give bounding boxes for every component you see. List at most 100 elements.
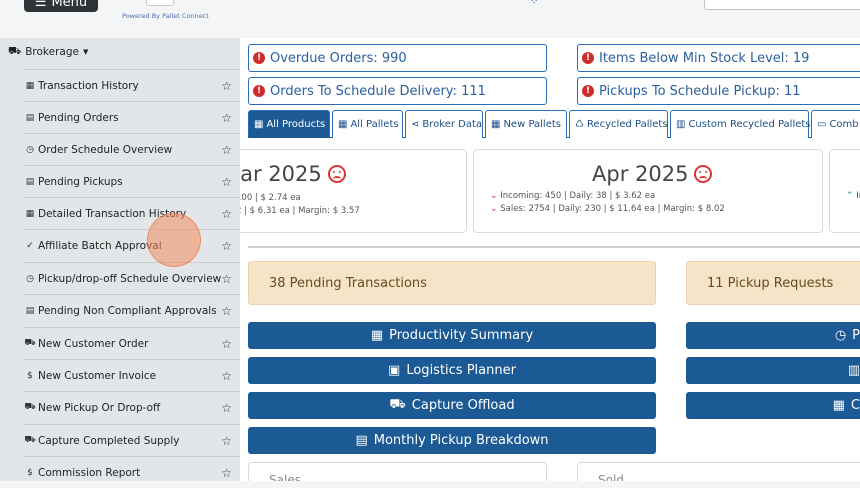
- month-card-apr: Apr 2025 ⌄ Incoming: 450 | Daily: 38 | $…: [473, 149, 823, 233]
- right-action-button-2[interactable]: ▥: [686, 357, 860, 384]
- sidebar-item-pickup-dropoff-schedule-overview[interactable]: ◷ Pickup/drop-off Schedule Overview ☆: [24, 262, 240, 294]
- tab-all-pallets[interactable]: ▦ All Pallets: [332, 110, 403, 138]
- sidebar-section-brokerage[interactable]: ⛟ Brokerage ▼: [8, 45, 88, 59]
- caret-down-icon: ▼: [82, 48, 89, 56]
- clock-icon: ◷: [834, 328, 847, 343]
- tab-all-products[interactable]: ▦ All Products: [248, 110, 330, 138]
- exclamation-circle-icon: !: [253, 52, 265, 64]
- sidebar-item-pending-orders[interactable]: ▤ Pending Orders ☆: [24, 101, 240, 133]
- pallet-icon: ▦: [254, 119, 264, 130]
- sidebar-item-detailed-transaction-history[interactable]: ▦ Detailed Transaction History ☆: [24, 197, 240, 229]
- tab-comb[interactable]: ▭ Comb: [811, 110, 860, 138]
- top-link-icon[interactable]: ⁘: [530, 0, 544, 7]
- month-title-text: Mar 2025: [240, 162, 322, 186]
- exclamation-circle-icon: !: [582, 85, 594, 97]
- menu-button[interactable]: ☰ Menu: [24, 0, 98, 12]
- star-icon[interactable]: ☆: [221, 175, 232, 189]
- month-incoming-line: ⌄ Incoming: 450 | Daily: 38 | $ 3.62 ea: [490, 191, 655, 201]
- tab-broker-data[interactable]: ⋖ Broker Data: [405, 110, 483, 138]
- dollar-icon: $: [27, 370, 33, 381]
- month-sales-line: ⌄ Sales: 2754 | Daily: 230 | $ 11.64 ea …: [490, 204, 725, 214]
- star-icon[interactable]: ☆: [221, 434, 232, 448]
- tab-custom-recycled-pallets[interactable]: ▥ Custom Recycled Pallets: [670, 110, 811, 138]
- sidebar-item-new-customer-order[interactable]: ⛟ New Customer Order ☆: [24, 327, 240, 359]
- button-label: Logistics Planner: [406, 363, 516, 378]
- bar-chart-icon: ▤: [355, 433, 368, 448]
- chevron-up-icon: ⌃: [846, 191, 854, 201]
- sad-face-icon: [694, 165, 713, 183]
- alert-text: Pickups To Schedule Pickup: 11: [599, 83, 801, 99]
- sidebar-item-affiliate-batch-approval[interactable]: ✓ Affiliate Batch Approval ☆: [24, 229, 240, 261]
- recycle-icon: ♺: [575, 119, 584, 130]
- star-icon[interactable]: ☆: [221, 272, 232, 286]
- tab-recycled-pallets[interactable]: ♺ Recycled Pallets: [569, 110, 668, 138]
- tab-label: New Pallets: [503, 119, 561, 130]
- dolly-icon: ⛟: [24, 435, 36, 445]
- sidebar-item-label: New Customer Order: [38, 337, 149, 350]
- pickup-requests-panel[interactable]: 11 Pickup Requests: [686, 261, 860, 305]
- alert-orders-to-schedule[interactable]: ! Orders To Schedule Delivery: 111: [248, 77, 547, 105]
- month-incoming-line: 100 | $ 2.74 ea: [240, 193, 301, 203]
- sidebar-item-label: Transaction History: [38, 79, 139, 92]
- pending-transactions-panel[interactable]: 38 Pending Transactions: [248, 261, 656, 305]
- star-icon[interactable]: ☆: [221, 401, 232, 415]
- star-icon[interactable]: ☆: [221, 304, 232, 318]
- chevron-down-icon: ⌄: [490, 204, 498, 214]
- tab-new-pallets[interactable]: ▦ New Pallets: [485, 110, 567, 138]
- tab-label: Custom Recycled Pallets: [688, 119, 811, 130]
- tab-label: Recycled Pallets: [586, 119, 668, 130]
- tab-label: All Products: [266, 119, 326, 130]
- sidebar-item-new-pickup-or-drop-off[interactable]: ⛟ New Pickup Or Drop-off ☆: [24, 391, 240, 423]
- top-search-input[interactable]: [704, 0, 860, 10]
- star-icon[interactable]: ☆: [221, 207, 232, 221]
- alert-text: Items Below Min Stock Level: 19: [599, 50, 810, 66]
- productivity-summary-button[interactable]: ▦ Productivity Summary: [248, 322, 656, 349]
- sidebar-item-pending-non-compliant-approvals[interactable]: ▤ Pending Non Compliant Approvals ☆: [24, 294, 240, 326]
- right-action-button-1[interactable]: ◷ P: [686, 322, 860, 349]
- sidebar-item-commission-report[interactable]: $ Commission Report ☆: [24, 456, 240, 488]
- right-action-button-3[interactable]: ▦ C: [686, 392, 860, 419]
- monthly-pickup-breakdown-button[interactable]: ▤ Monthly Pickup Breakdown: [248, 427, 656, 454]
- alert-overdue-orders[interactable]: ! Overdue Orders: 990: [248, 44, 547, 72]
- tab-label: Broker Data: [422, 119, 483, 130]
- month-sales-line: 2 | $ 6.31 ea | Margin: $ 3.57: [240, 206, 360, 216]
- sidebar-item-capture-completed-supply[interactable]: ⛟ Capture Completed Supply ☆: [24, 424, 240, 456]
- star-icon[interactable]: ☆: [221, 111, 232, 125]
- alert-items-below-min[interactable]: ! Items Below Min Stock Level: 19: [577, 44, 860, 72]
- star-icon[interactable]: ☆: [221, 143, 232, 157]
- sidebar-item-label: Pending Orders: [38, 111, 119, 124]
- check-icon: ✓: [26, 240, 34, 251]
- capture-offload-button[interactable]: ⛟ Capture Offload: [248, 392, 656, 419]
- month-title-text: Apr 2025: [592, 162, 689, 186]
- month-title: Apr 2025: [592, 162, 713, 186]
- tab-label: All Pallets: [350, 119, 399, 130]
- month-incoming-line: ⌃ In: [846, 191, 860, 201]
- sidebar-item-order-schedule-overview[interactable]: ◷ Order Schedule Overview ☆: [24, 133, 240, 165]
- month-line-text: Incoming: 450 | Daily: 38 | $ 3.62 ea: [500, 191, 656, 201]
- exclamation-circle-icon: !: [582, 52, 594, 64]
- month-card-next: ⌃ In: [829, 149, 860, 233]
- sidebar-item-transaction-history[interactable]: ▦ Transaction History ☆: [24, 69, 240, 101]
- star-icon[interactable]: ☆: [221, 466, 232, 480]
- sidebar-item-label: New Pickup Or Drop-off: [38, 401, 161, 414]
- hamburger-icon: ☰: [34, 0, 47, 10]
- box-icon: ▭: [817, 119, 827, 130]
- sidebar-item-new-customer-invoice[interactable]: $ New Customer Invoice ☆: [24, 359, 240, 391]
- dollar-icon: $: [27, 467, 33, 478]
- button-label: Productivity Summary: [389, 328, 534, 343]
- star-icon[interactable]: ☆: [221, 79, 232, 93]
- sidebar-item-label: Pickup/drop-off Schedule Overview: [38, 272, 222, 285]
- sidebar-item-label: Capture Completed Supply: [38, 434, 180, 447]
- menu-button-label: Menu: [51, 0, 88, 10]
- star-icon[interactable]: ☆: [221, 337, 232, 351]
- logistics-planner-button[interactable]: ▣ Logistics Planner: [248, 357, 656, 384]
- star-icon[interactable]: ☆: [221, 369, 232, 383]
- sidebar-item-label: Pending Non Compliant Approvals: [38, 304, 217, 317]
- powered-by-text: Powered By Pallet Connect: [122, 12, 209, 20]
- star-icon[interactable]: ☆: [221, 239, 232, 253]
- click-indicator: [147, 213, 201, 267]
- alert-pickups-to-schedule[interactable]: ! Pickups To Schedule Pickup: 11: [577, 77, 860, 105]
- product-tabs: ▦ All Products ▦ All Pallets ⋖ Broker Da…: [248, 110, 860, 138]
- sidebar-item-pending-pickups[interactable]: ▤ Pending Pickups ☆: [24, 165, 240, 197]
- button-label: Monthly Pickup Breakdown: [373, 433, 549, 448]
